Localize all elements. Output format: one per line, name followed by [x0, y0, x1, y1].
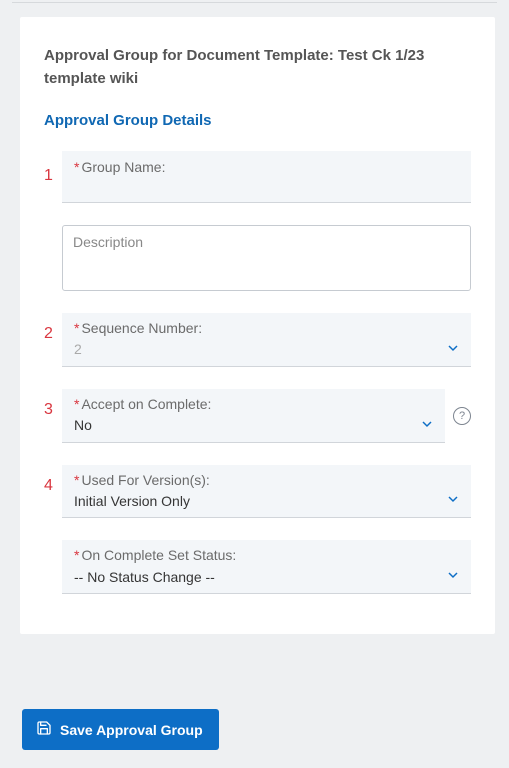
- row-description: Description: [44, 225, 471, 291]
- used-for-value: Initial Version Only: [74, 492, 459, 512]
- description-field[interactable]: Description: [62, 225, 471, 291]
- scrollbar[interactable]: [503, 2, 509, 768]
- row-used-for: 4 *Used For Version(s): Initial Version …: [44, 465, 471, 519]
- group-name-label-text: Group Name:: [81, 159, 165, 175]
- used-for-label: *Used For Version(s):: [74, 471, 459, 489]
- on-complete-field[interactable]: *On Complete Set Status: -- No Status Ch…: [62, 540, 471, 594]
- accept-label-text: Accept on Complete:: [81, 396, 211, 412]
- step-marker-3: 3: [44, 401, 62, 419]
- required-marker: *: [74, 320, 79, 336]
- description-placeholder: Description: [73, 234, 143, 250]
- required-marker: *: [74, 472, 79, 488]
- sequence-field[interactable]: *Sequence Number: 2: [62, 313, 471, 367]
- accept-value: No: [74, 416, 433, 436]
- accept-field[interactable]: *Accept on Complete: No: [62, 389, 445, 443]
- page-title: Approval Group for Document Template: Te…: [44, 45, 471, 90]
- help-icon[interactable]: ?: [453, 407, 471, 425]
- on-complete-value: -- No Status Change --: [74, 568, 459, 588]
- on-complete-label: *On Complete Set Status:: [74, 546, 459, 564]
- required-marker: *: [74, 396, 79, 412]
- sequence-label-text: Sequence Number:: [81, 320, 202, 336]
- required-marker: *: [74, 159, 79, 175]
- required-marker: *: [74, 547, 79, 563]
- chevron-down-icon: [445, 491, 461, 507]
- chevron-down-icon: [445, 567, 461, 583]
- save-approval-group-button[interactable]: Save Approval Group: [22, 709, 219, 750]
- on-complete-label-text: On Complete Set Status:: [81, 547, 236, 563]
- divider: [12, 2, 497, 3]
- step-marker-1: 1: [44, 167, 62, 185]
- chevron-down-icon: [445, 340, 461, 356]
- sequence-label: *Sequence Number:: [74, 319, 459, 337]
- group-name-field[interactable]: *Group Name:: [62, 151, 471, 203]
- row-accept: 3 *Accept on Complete: No ?: [44, 389, 471, 443]
- row-group-name: 1 *Group Name:: [44, 151, 471, 203]
- row-sequence: 2 *Sequence Number: 2: [44, 313, 471, 367]
- accept-label: *Accept on Complete:: [74, 395, 433, 413]
- save-icon: [36, 720, 52, 739]
- used-for-label-text: Used For Version(s):: [81, 472, 209, 488]
- used-for-field[interactable]: *Used For Version(s): Initial Version On…: [62, 465, 471, 519]
- chevron-down-icon: [419, 416, 435, 432]
- row-on-complete: *On Complete Set Status: -- No Status Ch…: [44, 540, 471, 594]
- section-title: Approval Group Details: [44, 112, 471, 129]
- step-marker-2: 2: [44, 325, 62, 343]
- group-name-label: *Group Name:: [74, 158, 461, 176]
- sequence-value: 2: [74, 340, 459, 360]
- save-button-label: Save Approval Group: [60, 722, 203, 738]
- step-marker-4: 4: [44, 477, 62, 495]
- form-card: Approval Group for Document Template: Te…: [20, 17, 495, 634]
